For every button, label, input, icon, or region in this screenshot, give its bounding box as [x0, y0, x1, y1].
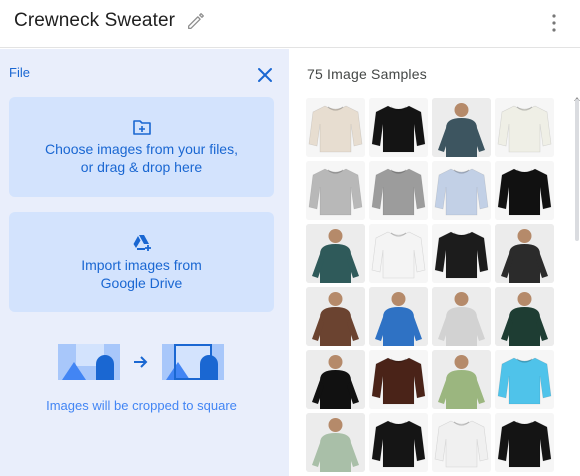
model-wearing-sweater-image [495, 224, 554, 283]
model-wearing-sweater-image [306, 224, 365, 283]
samples-title: 75 Image Samples [307, 66, 427, 82]
choose-files-line2: or drag & drop here [80, 159, 203, 175]
sample-image-tile[interactable] [369, 161, 428, 220]
sample-image-tile[interactable] [306, 287, 365, 346]
sample-image-tile[interactable] [495, 98, 554, 157]
page-title: Crewneck Sweater [14, 10, 176, 31]
model-wearing-sweater-image [495, 287, 554, 346]
sample-image-tile[interactable] [432, 224, 491, 283]
pencil-edit-icon[interactable] [185, 10, 207, 32]
sample-image-tile[interactable] [369, 287, 428, 346]
sweater-image [432, 161, 491, 220]
sample-image-tile[interactable] [432, 350, 491, 409]
import-drive-line1: Import images from [81, 257, 202, 273]
model-wearing-sweater-image [306, 287, 365, 346]
sample-image-tile[interactable] [369, 350, 428, 409]
sample-image-tile[interactable] [306, 161, 365, 220]
choose-files-label: Choose images from your files, or drag &… [9, 140, 274, 176]
sample-image-tile[interactable] [369, 224, 428, 283]
sample-image-tile[interactable] [306, 224, 365, 283]
google-drive-add-icon [133, 235, 151, 251]
sweater-image [369, 350, 428, 409]
model-wearing-sweater-image [306, 413, 365, 472]
model-wearing-sweater-image [432, 287, 491, 346]
model-wearing-sweater-image [306, 350, 365, 409]
model-wearing-sweater-image [369, 287, 428, 346]
sample-image-tile[interactable] [495, 287, 554, 346]
model-wearing-sweater-image [432, 98, 491, 157]
sample-image-tile[interactable] [432, 98, 491, 157]
sweater-image [495, 98, 554, 157]
sweater-image [495, 350, 554, 409]
sample-image-tile[interactable] [369, 98, 428, 157]
top-bar: Crewneck Sweater [0, 0, 580, 48]
sample-image-tile[interactable] [432, 287, 491, 346]
sample-image-tile[interactable] [495, 161, 554, 220]
sweater-image [369, 98, 428, 157]
file-label: File [9, 65, 30, 80]
import-drive-label: Import images from Google Drive [9, 256, 274, 292]
crop-note: Images will be cropped to square [46, 398, 237, 413]
sweater-image [495, 161, 554, 220]
import-drive-button[interactable]: Import images from Google Drive [9, 212, 274, 312]
scrollbar[interactable] [575, 99, 579, 241]
sweater-image [432, 413, 491, 472]
sweater-image [369, 413, 428, 472]
sample-image-tile[interactable] [495, 224, 554, 283]
folder-plus-icon [132, 120, 151, 135]
sample-image-tile[interactable] [306, 350, 365, 409]
sweater-image [369, 161, 428, 220]
sweater-image [369, 224, 428, 283]
upload-panel: File Choose images from your files, or d… [0, 49, 289, 476]
more-vert-icon[interactable] [546, 12, 562, 34]
sample-image-tile[interactable] [369, 413, 428, 472]
sample-image-tile[interactable] [306, 413, 365, 472]
sweater-image [306, 161, 365, 220]
sweater-image [306, 98, 365, 157]
crop-to-square-illustration [58, 344, 224, 380]
sample-image-tile[interactable] [495, 413, 554, 472]
sweater-image [432, 224, 491, 283]
import-drive-line2: Google Drive [100, 275, 183, 291]
sample-image-tile[interactable] [432, 413, 491, 472]
samples-panel: 75 Image Samples [289, 49, 580, 476]
choose-files-button[interactable]: Choose images from your files, or drag &… [9, 97, 274, 197]
sample-image-tile[interactable] [495, 350, 554, 409]
choose-files-line1: Choose images from your files, [45, 141, 238, 157]
sample-image-tile[interactable] [432, 161, 491, 220]
sweater-image [495, 413, 554, 472]
sample-image-tile[interactable] [306, 98, 365, 157]
model-wearing-sweater-image [432, 350, 491, 409]
close-icon[interactable] [256, 66, 274, 84]
